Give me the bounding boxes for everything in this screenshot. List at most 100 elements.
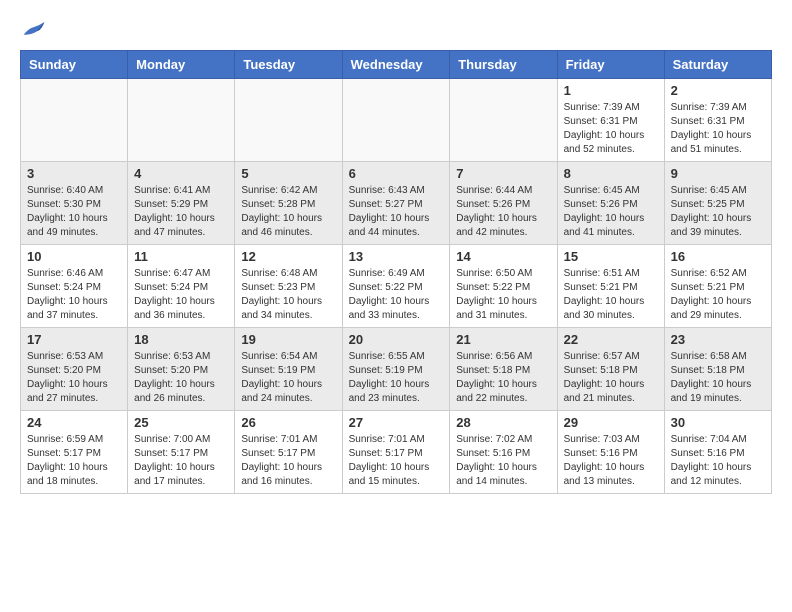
day-number: 11 [134, 249, 228, 264]
day-number: 18 [134, 332, 228, 347]
day-info: Sunrise: 7:01 AM Sunset: 5:17 PM Dayligh… [241, 433, 335, 489]
day-number: 4 [134, 166, 228, 181]
day-info: Sunrise: 6:40 AM Sunset: 5:30 PM Dayligh… [27, 184, 121, 240]
day-number: 30 [671, 415, 765, 430]
calendar-header-tuesday: Tuesday [235, 51, 342, 79]
calendar-week-row: 10 Sunrise: 6:46 AM Sunset: 5:24 PM Dayli… [21, 245, 772, 328]
calendar-day-cell: 9 Sunrise: 6:45 AM Sunset: 5:25 PM Daylig… [664, 162, 771, 245]
day-number: 14 [456, 249, 550, 264]
calendar-day-cell: 20Sunrise: 6:55 AM Sunset: 5:19 PM Dayli… [342, 328, 450, 411]
day-number: 5 [241, 166, 335, 181]
calendar-table: SundayMondayTuesdayWednesdayThursdayFrid… [20, 50, 772, 494]
day-number: 13 [349, 249, 444, 264]
calendar-header-saturday: Saturday [664, 51, 771, 79]
page-header [20, 20, 772, 40]
calendar-day-cell: 24 Sunrise: 6:59 AM Sunset: 5:17 PM Dayli… [21, 411, 128, 494]
day-info: Sunrise: 6:51 AM Sunset: 5:21 PM Dayligh… [564, 267, 658, 323]
calendar-day-cell: 21 Sunrise: 6:56 AM Sunset: 5:18 PM Dayli… [450, 328, 557, 411]
day-number: 28 [456, 415, 550, 430]
calendar-header-row: SundayMondayTuesdayWednesdayThursdayFrid… [21, 51, 772, 79]
day-number: 21 [456, 332, 550, 347]
calendar-day-cell: 30 Sunrise: 7:04 AM Sunset: 5:16 PM Dayli… [664, 411, 771, 494]
day-number: 17 [27, 332, 121, 347]
day-number: 1 [564, 83, 658, 98]
day-info: Sunrise: 6:53 AM Sunset: 5:20 PM Dayligh… [134, 350, 228, 406]
calendar-day-cell: 4Sunrise: 6:41 AM Sunset: 5:29 PM Daylig… [128, 162, 235, 245]
day-info: Sunrise: 7:00 AM Sunset: 5:17 PM Dayligh… [134, 433, 228, 489]
day-info: Sunrise: 6:47 AM Sunset: 5:24 PM Dayligh… [134, 267, 228, 323]
calendar-day-cell: 8 Sunrise: 6:45 AM Sunset: 5:26 PM Daylig… [557, 162, 664, 245]
calendar-day-cell: 17 Sunrise: 6:53 AM Sunset: 5:20 PM Dayli… [21, 328, 128, 411]
day-info: Sunrise: 6:50 AM Sunset: 5:22 PM Dayligh… [456, 267, 550, 323]
day-number: 26 [241, 415, 335, 430]
day-info: Sunrise: 6:53 AM Sunset: 5:20 PM Dayligh… [27, 350, 121, 406]
day-info: Sunrise: 6:45 AM Sunset: 5:26 PM Dayligh… [564, 184, 658, 240]
day-info: Sunrise: 7:39 AM Sunset: 6:31 PM Dayligh… [671, 101, 765, 157]
day-number: 25 [134, 415, 228, 430]
calendar-week-row: 17 Sunrise: 6:53 AM Sunset: 5:20 PM Dayli… [21, 328, 772, 411]
calendar-day-cell: 13 Sunrise: 6:49 AM Sunset: 5:22 PM Dayli… [342, 245, 450, 328]
calendar-day-cell: 1Sunrise: 7:39 AM Sunset: 6:31 PM Daylig… [557, 79, 664, 162]
calendar-day-cell: 15 Sunrise: 6:51 AM Sunset: 5:21 PM Dayli… [557, 245, 664, 328]
calendar-week-row: 24 Sunrise: 6:59 AM Sunset: 5:17 PM Dayli… [21, 411, 772, 494]
calendar-day-cell: 18 Sunrise: 6:53 AM Sunset: 5:20 PM Dayli… [128, 328, 235, 411]
calendar-day-cell: 28 Sunrise: 7:02 AM Sunset: 5:16 PM Dayli… [450, 411, 557, 494]
day-info: Sunrise: 6:45 AM Sunset: 5:25 PM Dayligh… [671, 184, 765, 240]
day-info: Sunrise: 6:54 AM Sunset: 5:19 PM Dayligh… [241, 350, 335, 406]
calendar-day-cell: 25 Sunrise: 7:00 AM Sunset: 5:17 PM Dayli… [128, 411, 235, 494]
calendar-day-cell: 2 Sunrise: 7:39 AM Sunset: 6:31 PM Daylig… [664, 79, 771, 162]
calendar-day-cell: 12Sunrise: 6:48 AM Sunset: 5:23 PM Dayli… [235, 245, 342, 328]
day-number: 29 [564, 415, 658, 430]
calendar-day-cell: 27Sunrise: 7:01 AM Sunset: 5:17 PM Dayli… [342, 411, 450, 494]
calendar-header-thursday: Thursday [450, 51, 557, 79]
day-number: 15 [564, 249, 658, 264]
day-info: Sunrise: 7:04 AM Sunset: 5:16 PM Dayligh… [671, 433, 765, 489]
day-info: Sunrise: 6:44 AM Sunset: 5:26 PM Dayligh… [456, 184, 550, 240]
day-info: Sunrise: 7:02 AM Sunset: 5:16 PM Dayligh… [456, 433, 550, 489]
logo [20, 20, 46, 40]
day-number: 19 [241, 332, 335, 347]
day-number: 10 [27, 249, 121, 264]
calendar-day-cell: 11 Sunrise: 6:47 AM Sunset: 5:24 PM Dayli… [128, 245, 235, 328]
calendar-header-wednesday: Wednesday [342, 51, 450, 79]
day-number: 9 [671, 166, 765, 181]
day-info: Sunrise: 6:43 AM Sunset: 5:27 PM Dayligh… [349, 184, 444, 240]
day-number: 3 [27, 166, 121, 181]
calendar-day-cell: 6 Sunrise: 6:43 AM Sunset: 5:27 PM Daylig… [342, 162, 450, 245]
logo-bird-icon [22, 20, 46, 40]
day-number: 6 [349, 166, 444, 181]
calendar-header-friday: Friday [557, 51, 664, 79]
day-info: Sunrise: 7:01 AM Sunset: 5:17 PM Dayligh… [349, 433, 444, 489]
day-number: 23 [671, 332, 765, 347]
calendar-day-cell: 14 Sunrise: 6:50 AM Sunset: 5:22 PM Dayli… [450, 245, 557, 328]
calendar-day-cell: 16 Sunrise: 6:52 AM Sunset: 5:21 PM Dayli… [664, 245, 771, 328]
day-info: Sunrise: 7:03 AM Sunset: 5:16 PM Dayligh… [564, 433, 658, 489]
calendar-day-cell: 5 Sunrise: 6:42 AM Sunset: 5:28 PM Daylig… [235, 162, 342, 245]
calendar-day-cell: 3 Sunrise: 6:40 AM Sunset: 5:30 PM Daylig… [21, 162, 128, 245]
day-number: 16 [671, 249, 765, 264]
calendar-day-cell: 7Sunrise: 6:44 AM Sunset: 5:26 PM Daylig… [450, 162, 557, 245]
day-info: Sunrise: 6:56 AM Sunset: 5:18 PM Dayligh… [456, 350, 550, 406]
day-info: Sunrise: 6:42 AM Sunset: 5:28 PM Dayligh… [241, 184, 335, 240]
calendar-day-cell: 26 Sunrise: 7:01 AM Sunset: 5:17 PM Dayli… [235, 411, 342, 494]
calendar-day-cell [128, 79, 235, 162]
calendar-day-cell [21, 79, 128, 162]
day-number: 22 [564, 332, 658, 347]
calendar-week-row: 3 Sunrise: 6:40 AM Sunset: 5:30 PM Daylig… [21, 162, 772, 245]
calendar-header-sunday: Sunday [21, 51, 128, 79]
calendar-day-cell [235, 79, 342, 162]
day-number: 8 [564, 166, 658, 181]
day-info: Sunrise: 6:52 AM Sunset: 5:21 PM Dayligh… [671, 267, 765, 323]
calendar-day-cell: 22Sunrise: 6:57 AM Sunset: 5:18 PM Dayli… [557, 328, 664, 411]
day-info: Sunrise: 6:59 AM Sunset: 5:17 PM Dayligh… [27, 433, 121, 489]
calendar-week-row: 1 Sunrise: 7:39 AM Sunset: 6:31 PM Daylig… [21, 79, 772, 162]
day-info: Sunrise: 6:55 AM Sunset: 5:19 PM Dayligh… [349, 350, 444, 406]
day-info: Sunrise: 6:46 AM Sunset: 5:24 PM Dayligh… [27, 267, 121, 323]
day-info: Sunrise: 6:48 AM Sunset: 5:23 PM Dayligh… [241, 267, 335, 323]
calendar-day-cell: 29 Sunrise: 7:03 AM Sunset: 5:16 PM Dayli… [557, 411, 664, 494]
day-number: 2 [671, 83, 765, 98]
calendar-day-cell [450, 79, 557, 162]
day-info: Sunrise: 6:49 AM Sunset: 5:22 PM Dayligh… [349, 267, 444, 323]
calendar-header-monday: Monday [128, 51, 235, 79]
day-number: 24 [27, 415, 121, 430]
